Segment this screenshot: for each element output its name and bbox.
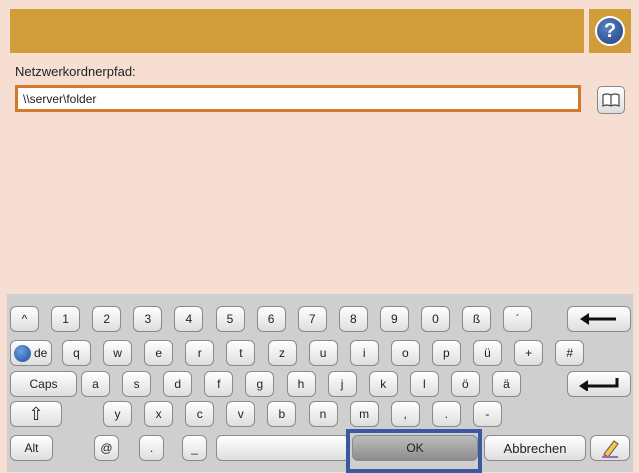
enter-key[interactable] bbox=[567, 371, 631, 397]
key-row1-8[interactable]: 8 bbox=[338, 306, 368, 332]
language-key[interactable]: de bbox=[10, 340, 52, 366]
key-row1-6[interactable]: 6 bbox=[256, 306, 286, 332]
pencil-eraser-icon bbox=[602, 440, 619, 458]
key-row3-9[interactable]: ö bbox=[450, 371, 480, 397]
backspace-key[interactable] bbox=[567, 306, 631, 332]
backspace-icon bbox=[580, 313, 616, 325]
underscore-key[interactable]: _ bbox=[182, 435, 207, 461]
caps-key[interactable]: Caps bbox=[10, 371, 77, 397]
key-row2-11[interactable]: + bbox=[514, 340, 544, 366]
space-key[interactable] bbox=[216, 435, 350, 461]
key-row2-0[interactable]: q bbox=[62, 340, 91, 366]
language-label: de bbox=[34, 346, 48, 360]
key-row3-3[interactable]: f bbox=[204, 371, 234, 397]
key-row1-0[interactable]: ^ bbox=[10, 306, 39, 332]
at-key[interactable]: @ bbox=[94, 435, 119, 461]
network-path-input[interactable]: \\server\folder bbox=[15, 85, 581, 112]
key-row4-4[interactable]: b bbox=[267, 401, 297, 427]
key-row4-3[interactable]: v bbox=[226, 401, 256, 427]
key-row4-5[interactable]: n bbox=[308, 401, 338, 427]
key-row1-4[interactable]: 4 bbox=[174, 306, 204, 332]
key-row2-3[interactable]: r bbox=[185, 340, 215, 366]
key-row1-12[interactable]: ´ bbox=[503, 306, 533, 332]
key-row3-0[interactable]: a bbox=[81, 371, 110, 397]
key-row2-5[interactable]: z bbox=[267, 340, 297, 366]
key-row2-2[interactable]: e bbox=[144, 340, 174, 366]
key-row1-2[interactable]: 2 bbox=[92, 306, 122, 332]
shift-key[interactable]: ⇧ bbox=[10, 401, 62, 427]
key-row4-0[interactable]: y bbox=[103, 401, 132, 427]
key-row1-5[interactable]: 5 bbox=[215, 306, 245, 332]
key-row3-2[interactable]: d bbox=[163, 371, 193, 397]
key-row3-4[interactable]: g bbox=[245, 371, 275, 397]
key-row1-7[interactable]: 7 bbox=[297, 306, 327, 332]
key-row4-8[interactable]: . bbox=[431, 401, 461, 427]
address-book-icon bbox=[602, 93, 620, 107]
alt-key[interactable]: Alt bbox=[10, 435, 53, 461]
form-area: Netzwerkordnerpfad: \\server\folder bbox=[10, 58, 631, 286]
key-row2-8[interactable]: o bbox=[390, 340, 420, 366]
key-row1-11[interactable]: ß bbox=[462, 306, 492, 332]
help-button[interactable]: ? bbox=[589, 9, 631, 53]
shift-icon: ⇧ bbox=[28, 403, 44, 424]
key-row2-9[interactable]: p bbox=[431, 340, 461, 366]
key-row1-9[interactable]: 9 bbox=[379, 306, 409, 332]
key-row1-10[interactable]: 0 bbox=[421, 306, 450, 332]
edit-button[interactable] bbox=[590, 435, 630, 461]
key-row3-7[interactable]: k bbox=[368, 371, 398, 397]
key-row2-12[interactable]: # bbox=[555, 340, 585, 366]
key-row2-10[interactable]: ü bbox=[473, 340, 502, 366]
key-row3-5[interactable]: h bbox=[286, 371, 316, 397]
ok-focus-highlight bbox=[346, 429, 482, 473]
key-row2-1[interactable]: w bbox=[103, 340, 133, 366]
key-row4-2[interactable]: c bbox=[185, 401, 215, 427]
key-row3-1[interactable]: s bbox=[122, 371, 152, 397]
key-row1-3[interactable]: 3 bbox=[133, 306, 163, 332]
address-book-button[interactable] bbox=[597, 86, 625, 114]
key-row3-10[interactable]: ä bbox=[492, 371, 521, 397]
globe-icon bbox=[14, 344, 31, 362]
title-bar bbox=[10, 9, 584, 53]
key-row4-6[interactable]: m bbox=[349, 401, 379, 427]
key-row3-6[interactable]: j bbox=[327, 371, 357, 397]
field-label: Netzwerkordnerpfad: bbox=[15, 64, 136, 79]
key-row3-8[interactable]: l bbox=[409, 371, 439, 397]
key-row1-1[interactable]: 1 bbox=[51, 306, 81, 332]
key-row4-7[interactable]: , bbox=[390, 401, 420, 427]
key-row2-7[interactable]: i bbox=[349, 340, 379, 366]
cancel-button[interactable]: Abbrechen bbox=[484, 435, 586, 461]
key-row4-1[interactable]: x bbox=[144, 401, 174, 427]
dot-key[interactable]: . bbox=[139, 435, 164, 461]
key-row2-4[interactable]: t bbox=[226, 340, 256, 366]
help-icon: ? bbox=[595, 16, 625, 46]
key-row2-6[interactable]: u bbox=[308, 340, 338, 366]
enter-icon bbox=[579, 378, 619, 391]
key-row4-9[interactable]: - bbox=[472, 401, 502, 427]
